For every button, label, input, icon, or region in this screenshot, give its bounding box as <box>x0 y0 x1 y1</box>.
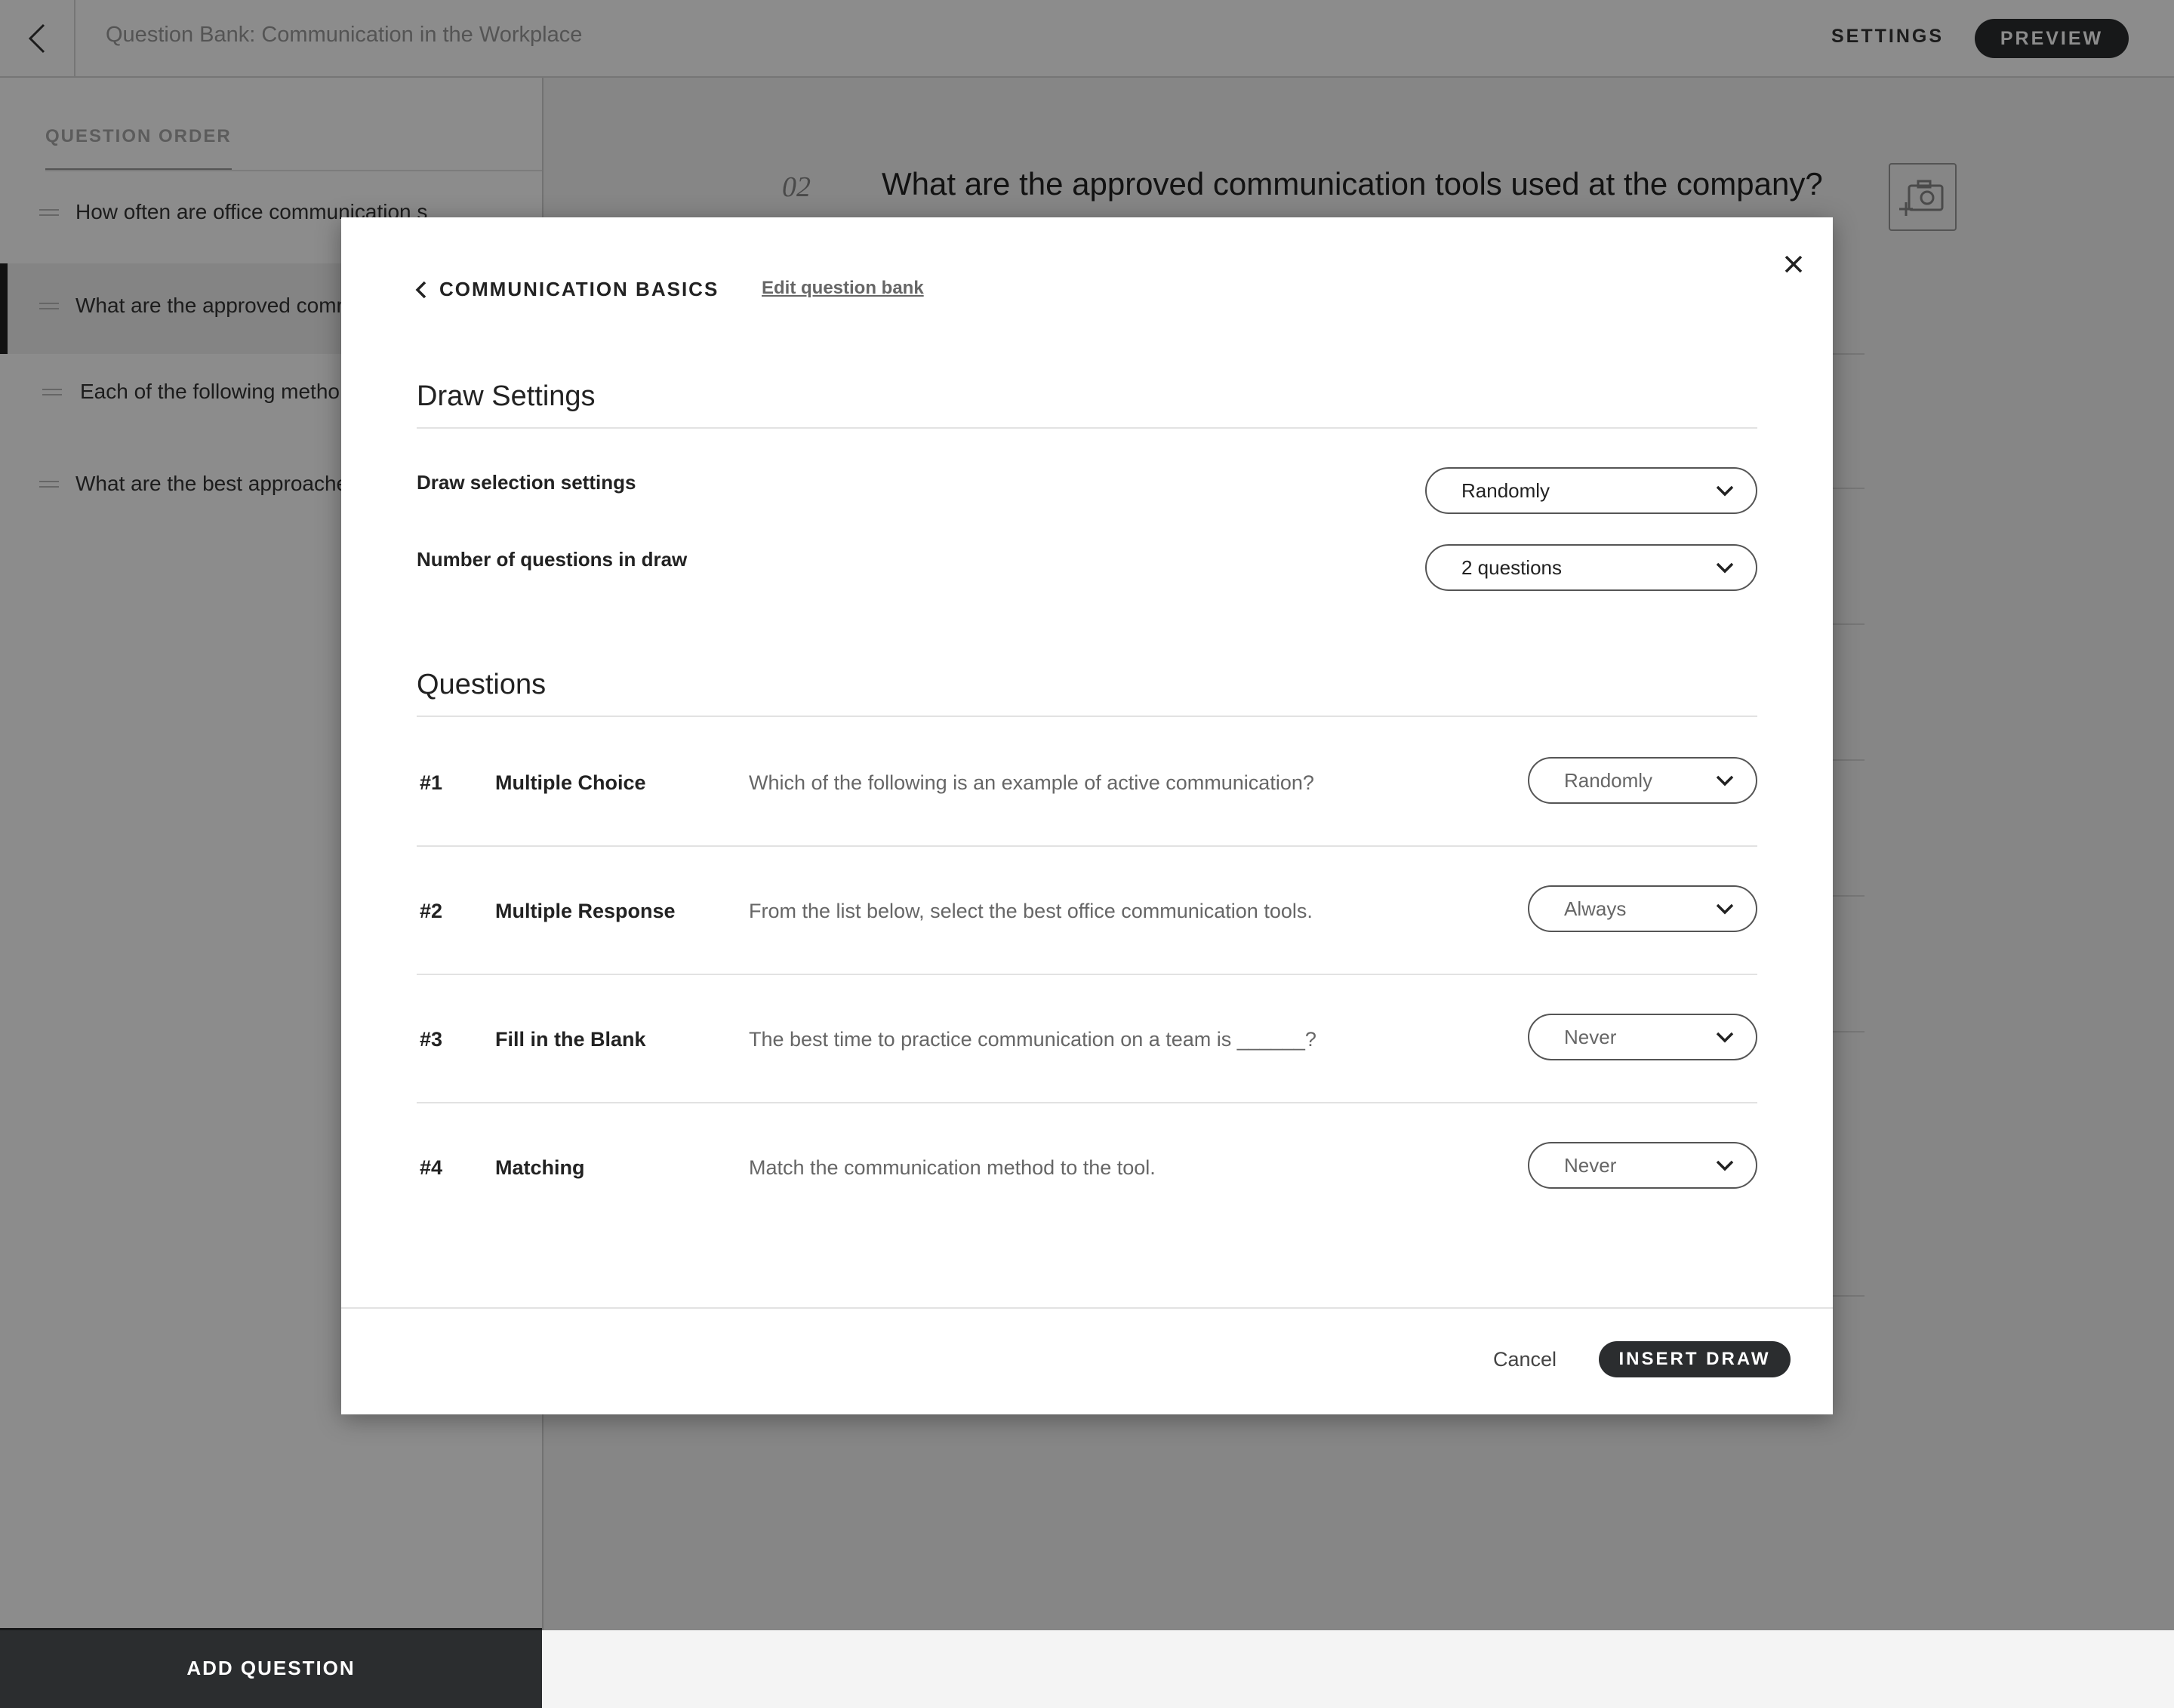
breadcrumb[interactable]: COMMUNICATION BASICS <box>415 278 719 301</box>
question-text: The best time to practice communication … <box>749 1028 1316 1051</box>
question-number: #1 <box>420 771 443 794</box>
question-type: Multiple Response <box>495 900 676 922</box>
question-type: Matching <box>495 1156 585 1179</box>
num-questions-dropdown[interactable]: 2 questions <box>1425 544 1757 591</box>
questions-title: Questions <box>417 669 547 700</box>
divider <box>417 427 1757 429</box>
question-number: #4 <box>420 1156 443 1179</box>
draw-selection-label: Draw selection settings <box>417 471 636 494</box>
question-text: From the list below, select the best off… <box>749 900 1313 922</box>
question-number: #3 <box>420 1028 443 1051</box>
question-row: #4 Matching Match the communication meth… <box>417 1102 1757 1230</box>
question-row: #1 Multiple Choice Which of the followin… <box>417 717 1757 847</box>
cancel-button[interactable]: Cancel <box>1493 1348 1557 1371</box>
question-number: #2 <box>420 900 443 922</box>
chevron-down-icon <box>1716 562 1734 574</box>
dropdown-value: Never <box>1564 1153 1617 1177</box>
question-draw-dropdown[interactable]: Never <box>1528 1142 1757 1189</box>
add-question-button[interactable]: ADD QUESTION <box>0 1628 542 1708</box>
edit-question-bank-link[interactable]: Edit question bank <box>762 278 924 299</box>
dropdown-value: Randomly <box>1564 768 1653 792</box>
draw-selection-dropdown[interactable]: Randomly <box>1425 467 1757 514</box>
question-draw-dropdown[interactable]: Randomly <box>1528 757 1757 804</box>
draw-settings-title: Draw Settings <box>417 380 596 412</box>
divider <box>341 1307 1833 1309</box>
chevron-down-icon <box>1716 903 1734 915</box>
chevron-down-icon <box>1716 485 1734 497</box>
question-text: Match the communication method to the to… <box>749 1156 1156 1179</box>
dropdown-value: 2 questions <box>1461 555 1562 579</box>
chevron-down-icon <box>1716 1032 1734 1043</box>
question-draw-dropdown[interactable]: Never <box>1528 1014 1757 1060</box>
draw-settings-modal: COMMUNICATION BASICS Edit question bank … <box>341 217 1833 1414</box>
question-type: Multiple Choice <box>495 771 646 794</box>
chevron-down-icon <box>1716 775 1734 786</box>
chevron-down-icon <box>1716 1160 1734 1171</box>
insert-draw-button[interactable]: INSERT DRAW <box>1599 1341 1791 1377</box>
close-button[interactable] <box>1775 246 1812 282</box>
question-row: #3 Fill in the Blank The best time to pr… <box>417 974 1757 1103</box>
question-row: #2 Multiple Response From the list below… <box>417 845 1757 975</box>
breadcrumb-label: COMMUNICATION BASICS <box>439 278 719 300</box>
dropdown-value: Randomly <box>1461 479 1550 502</box>
dropdown-value: Always <box>1564 897 1627 920</box>
chevron-left-icon <box>415 281 426 298</box>
close-icon <box>1784 255 1803 273</box>
num-questions-label: Number of questions in draw <box>417 548 688 571</box>
question-draw-dropdown[interactable]: Always <box>1528 885 1757 932</box>
question-text: Which of the following is an example of … <box>749 771 1314 794</box>
question-type: Fill in the Blank <box>495 1028 646 1051</box>
dropdown-value: Never <box>1564 1025 1617 1048</box>
